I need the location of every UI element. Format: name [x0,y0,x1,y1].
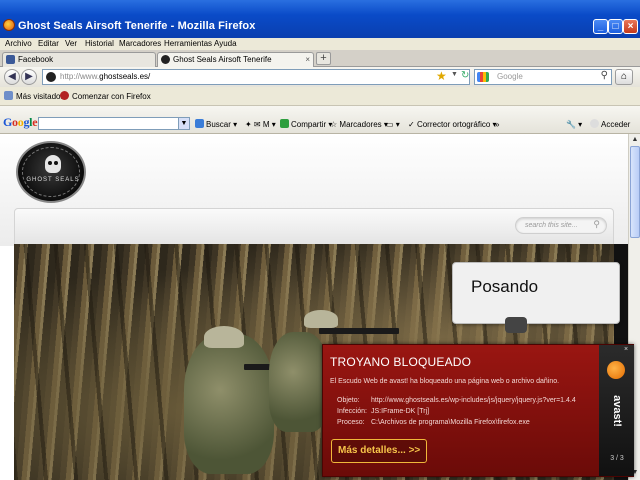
bookmarks-bar: Más visitados Comenzar con Firefox [0,87,640,106]
forward-button[interactable]: ▶ [21,69,37,85]
folder-icon [4,91,13,100]
tab-label: Facebook [18,55,54,64]
chevron-down-icon[interactable]: ▼ [178,118,189,129]
site-logo[interactable]: GHOST SEALS [16,141,86,203]
star-icon: ☆ [330,120,338,129]
slide-caption: Posando [471,277,539,296]
skull-icon [45,155,61,173]
site-favicon-icon [161,55,170,64]
google-more-button[interactable]: » [495,119,499,130]
menu-archivo[interactable]: Archivo [5,38,32,49]
avast-alert-counter: 3 / 3 [610,455,624,462]
avast-close-icon[interactable]: × [624,346,628,353]
google-tools-icons[interactable]: ✦ ✉ M ▾ [245,119,276,130]
history-dropdown-icon[interactable]: ▼ [451,71,458,78]
google-misc-icon[interactable]: ▭ ▾ [386,119,400,130]
google-toolbar: Google ▼ Buscar ▾ ✦ ✉ M ▾ Compartir ▾ ☆ … [0,106,640,134]
avast-more-details-button[interactable]: Más detalles... >> [331,439,427,463]
site-search-placeholder: search this site... [525,222,578,229]
search-icon [195,119,204,128]
avast-label-proceso: Proceso: [337,419,365,426]
check-icon: ✓ [408,120,415,129]
avast-brand-text: avast! [611,395,623,427]
google-corrector-button[interactable]: ✓ Corrector ortográfico ▾ [408,119,497,130]
bookmark-star-icon[interactable]: ★ [436,69,447,83]
avast-logo-icon [607,361,625,379]
minimize-button[interactable]: _ [593,19,608,34]
avast-value-infeccion: JS:IFrame-DK [Trj] [371,408,430,415]
firefox-bookmark-icon [60,91,69,100]
reload-icon[interactable]: ↻ [461,70,469,81]
scroll-up-icon[interactable]: ▲ [630,135,640,145]
avast-label-objeto: Objeto: [337,397,360,404]
url-text: http://www.ghostseals.es/ [60,72,151,81]
tab-ghost-seals[interactable]: Ghost Seals Airsoft Tenerife × [157,52,314,67]
skull-eye [48,161,52,165]
menu-ver[interactable]: Ver [65,38,77,49]
avast-alert-message: El Escudo Web de avast! ha bloqueado una… [330,378,560,385]
back-button[interactable]: ◀ [4,69,20,85]
slide-caption-box: Posando [452,262,620,333]
close-button[interactable]: × [623,19,638,34]
google-buscar-button[interactable]: Buscar ▾ [195,119,237,130]
logo-text: GHOST SEALS [26,177,80,183]
soldier-helmet [304,310,338,328]
window-title-bar: Ghost Seals Airsoft Tenerife - Mozilla F… [0,0,640,38]
site-identity-icon [46,72,56,82]
window-title: Ghost Seals Airsoft Tenerife - Mozilla F… [18,20,256,32]
tab-facebook[interactable]: Facebook [2,52,156,67]
tab-label: Ghost Seals Airsoft Tenerife [173,55,272,64]
bookmark-comenzar-firefox[interactable]: Comenzar con Firefox [60,91,151,102]
share-icon [280,119,289,128]
new-tab-button[interactable]: + [316,52,331,65]
slider-nav-handle[interactable] [505,317,527,333]
maximize-button[interactable]: □ [608,19,623,34]
home-button[interactable]: ⌂ [615,69,633,85]
user-icon [590,119,599,128]
skull-eye [54,161,58,165]
url-bar[interactable]: http://www.ghostseals.es/ ★ ▼ ↻ [42,69,470,85]
avast-brand-strip: avast! 3 / 3 [599,345,634,476]
avast-value-objeto: http://www.ghostseals.es/wp-includes/js/… [371,397,576,404]
menu-herramientas[interactable]: Herramientas [164,38,212,49]
soldier-figure [184,334,274,474]
google-wrench-icon[interactable]: 🔧 ▾ [566,119,582,130]
soldier-figure [269,332,329,432]
search-icon[interactable]: ⚲ [601,70,608,81]
navigation-bar: ◀ ▶ http://www.ghostseals.es/ ★ ▼ ↻ Goog… [0,67,640,87]
scroll-thumb[interactable] [630,146,640,238]
menu-marcadores[interactable]: Marcadores [119,38,161,49]
avast-label-infeccion: Infección: [337,408,367,415]
bookmark-mas-visitados[interactable]: Más visitados [4,91,64,102]
google-acceder-button[interactable]: Acceder [590,119,630,130]
google-engine-icon[interactable] [477,72,489,82]
rifle-shape [319,328,399,334]
google-logo: Google [3,115,38,129]
google-search-input[interactable]: ▼ [38,117,190,130]
menu-bar: Archivo Editar Ver Historial Marcadores … [0,38,640,50]
menu-ayuda[interactable]: Ayuda [214,38,237,49]
facebook-icon [6,55,15,64]
menu-historial[interactable]: Historial [85,38,114,49]
google-marcadores-button[interactable]: ☆ Marcadores ▾ [330,119,388,130]
search-placeholder: Google [497,72,523,81]
search-icon[interactable]: ⚲ [593,219,600,230]
tab-close-icon[interactable]: × [305,53,310,66]
search-bar[interactable]: Google ⚲ [474,69,612,85]
site-search-input[interactable]: search this site... ⚲ [515,217,607,234]
firefox-icon [3,19,15,31]
avast-value-proceso: C:\Archivos de programa\Mozilla Firefox\… [371,419,530,426]
google-compartir-button[interactable]: Compartir ▾ [280,119,332,130]
soldier-helmet [204,326,244,348]
menu-editar[interactable]: Editar [38,38,59,49]
site-nav-bar: search this site... ⚲ [14,208,614,246]
avast-alert-title: TROYANO BLOQUEADO [330,355,472,369]
avast-alert-popup: TROYANO BLOQUEADO El Escudo Web de avast… [322,344,634,477]
